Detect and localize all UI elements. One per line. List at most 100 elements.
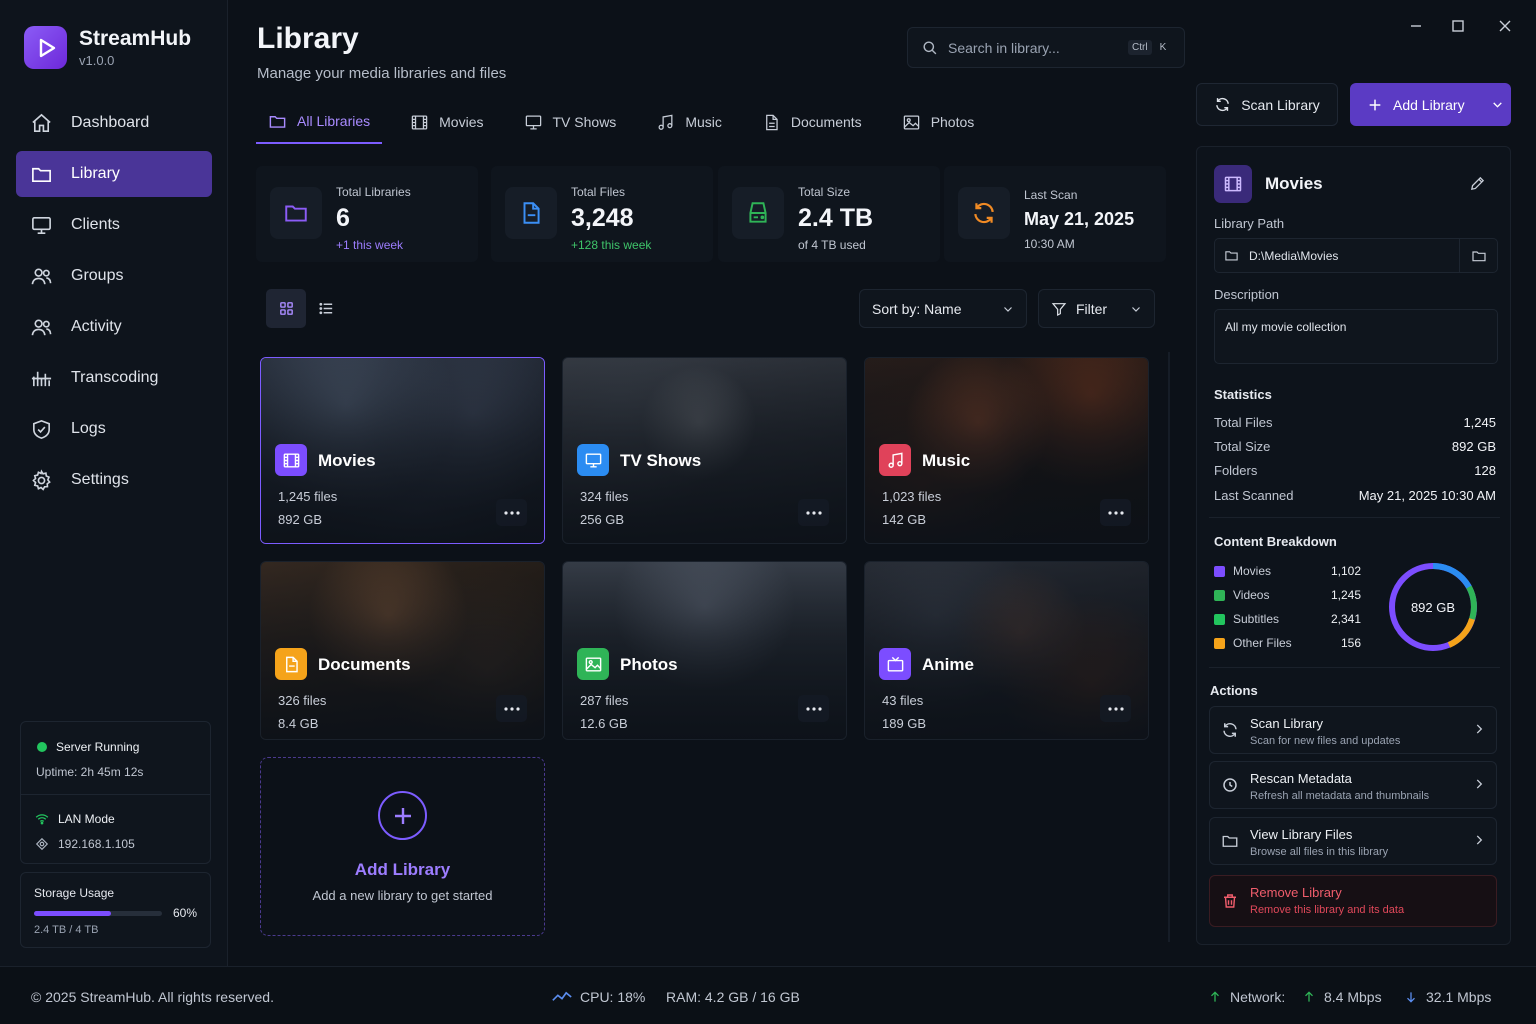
brand[interactable]: StreamHub v1.0.0 <box>24 26 191 69</box>
library-file-count: 1,245 files <box>278 489 338 504</box>
library-detail-panel: Movies Library Path D:\Media\Movies Desc… <box>1196 146 1511 945</box>
chevron-down-icon <box>1132 306 1140 312</box>
library-card-anime[interactable]: Anime 43 files 189 GB <box>864 561 1149 740</box>
tab-label: Photos <box>930 114 975 130</box>
grid-view-button[interactable] <box>266 289 306 328</box>
stat-value: May 21, 2025 <box>1024 209 1135 229</box>
trash-icon <box>1224 894 1236 908</box>
library-file-count: 1,023 files <box>882 489 942 504</box>
maximize-icon <box>1452 20 1464 32</box>
library-card-music[interactable]: Music 1,023 files 142 GB <box>864 357 1149 544</box>
network-mode: LAN Mode <box>58 812 115 826</box>
minimize-icon <box>1411 25 1421 27</box>
stat-note: +128 this week <box>571 238 652 252</box>
library-card-photos[interactable]: Photos 287 files 12.6 GB <box>562 561 847 740</box>
tab-label: Movies <box>439 114 484 130</box>
chevron-down-icon <box>1004 306 1012 312</box>
actions-heading: Actions <box>1210 683 1258 698</box>
library-size: 8.4 GB <box>278 716 319 731</box>
copyright: © 2025 StreamHub. All rights reserved. <box>31 989 274 1005</box>
minimize-button[interactable] <box>1404 14 1428 38</box>
folder-icon <box>1225 251 1238 261</box>
tab-photos[interactable]: Photos <box>890 100 987 144</box>
edit-button[interactable] <box>1469 175 1486 192</box>
stat-row-folders: Folders 128 <box>1214 463 1496 478</box>
library-card-documents[interactable]: Documents 326 files 8.4 GB <box>260 561 545 740</box>
scrollbar-track[interactable] <box>1168 352 1170 942</box>
add-library-label: Add Library <box>1393 96 1465 113</box>
nav-label: Transcoding <box>71 369 159 386</box>
tab-music[interactable]: Music <box>644 100 734 144</box>
action-view-library-files[interactable]: View Library Files Browse all files in t… <box>1209 817 1497 865</box>
nav-label: Clients <box>71 216 120 233</box>
network-label: Network: <box>1208 989 1285 1005</box>
library-name: Anime <box>922 655 974 674</box>
nav-item-dashboard[interactable]: Dashboard <box>16 100 212 146</box>
description-field[interactable]: All my movie collection <box>1214 309 1498 364</box>
nav-label: Library <box>71 165 120 182</box>
more-options-button[interactable] <box>798 499 829 526</box>
tab-documents[interactable]: Documents <box>750 100 874 144</box>
plus-icon <box>1369 99 1381 110</box>
more-options-button[interactable] <box>798 695 829 722</box>
nav-item-transcoding[interactable]: Transcoding <box>16 355 212 401</box>
browse-folder-button[interactable] <box>1459 239 1497 272</box>
nav-item-logs[interactable]: Logs <box>16 406 212 452</box>
document-icon <box>765 114 778 130</box>
sort-select[interactable]: Sort by: Name <box>859 289 1027 328</box>
add-library-button[interactable]: Add Library <box>1350 83 1511 126</box>
stat-row-total-files: Total Files 1,245 <box>1214 415 1496 430</box>
library-path-field[interactable]: D:\Media\Movies <box>1214 238 1498 273</box>
folder-icon <box>32 167 51 182</box>
search-input[interactable] <box>948 39 1118 56</box>
storage-percent: 60% <box>173 906 198 920</box>
library-card-movies[interactable]: Movies 1,245 files 892 GB <box>260 357 545 544</box>
stat-note: +1 this week <box>336 238 404 252</box>
tab-label: Documents <box>790 114 862 130</box>
more-horizontal-icon <box>805 706 822 711</box>
nav-item-clients[interactable]: Clients <box>16 202 212 248</box>
search-box[interactable]: Ctrl K <box>907 27 1185 68</box>
nav-label: Logs <box>71 420 106 437</box>
activity-icon <box>552 991 572 1001</box>
action-scan-library[interactable]: Scan Library Scan for new files and upda… <box>1209 706 1497 754</box>
content-donut-chart: 892 GB <box>1387 561 1479 653</box>
add-library-card[interactable]: Add Library Add a new library to get sta… <box>260 757 545 936</box>
tab-tv-shows[interactable]: TV Shows <box>512 100 629 144</box>
close-window-button[interactable] <box>1493 14 1517 38</box>
page-title: Library <box>257 22 359 55</box>
nav-label: Activity <box>71 318 122 335</box>
scan-library-button[interactable]: Scan Library <box>1196 83 1338 126</box>
storage-progress-fill <box>34 911 111 916</box>
more-options-button[interactable] <box>496 499 527 526</box>
action-title: Remove Library <box>1250 885 1342 900</box>
sync-icon <box>958 187 1010 239</box>
nav-item-library[interactable]: Library <box>16 151 212 197</box>
tab-all-libraries[interactable]: All Libraries <box>256 100 383 144</box>
arrow-up-icon <box>1211 991 1219 1002</box>
filter-select[interactable]: Filter <box>1038 289 1155 328</box>
action-remove-library[interactable]: Remove Library Remove this library and i… <box>1209 875 1497 927</box>
nav-item-settings[interactable]: Settings <box>16 457 212 503</box>
nav-item-activity[interactable]: Activity <box>16 304 212 350</box>
more-options-button[interactable] <box>496 695 527 722</box>
chevron-right-icon <box>1476 835 1483 845</box>
maximize-button[interactable] <box>1446 14 1470 38</box>
more-horizontal-icon <box>503 706 520 711</box>
chevron-right-icon <box>1476 779 1483 789</box>
more-options-button[interactable] <box>1100 695 1131 722</box>
divider <box>1209 517 1500 518</box>
more-horizontal-icon <box>805 510 822 515</box>
list-view-button[interactable] <box>306 289 346 328</box>
nav-label: Dashboard <box>71 114 150 131</box>
stat-row-total-size: Total Size 892 GB <box>1214 439 1496 454</box>
tab-movies[interactable]: Movies <box>398 100 495 144</box>
more-options-button[interactable] <box>1100 499 1131 526</box>
nav-item-groups[interactable]: Groups <box>16 253 212 299</box>
list-icon <box>318 302 332 315</box>
action-title: Rescan Metadata <box>1250 771 1352 786</box>
library-card-tv-shows[interactable]: TV Shows 324 files 256 GB <box>562 357 847 544</box>
chevron-down-icon[interactable] <box>1491 98 1504 111</box>
chevron-right-icon <box>1476 724 1483 734</box>
action-rescan-metadata[interactable]: Rescan Metadata Refresh all metadata and… <box>1209 761 1497 809</box>
